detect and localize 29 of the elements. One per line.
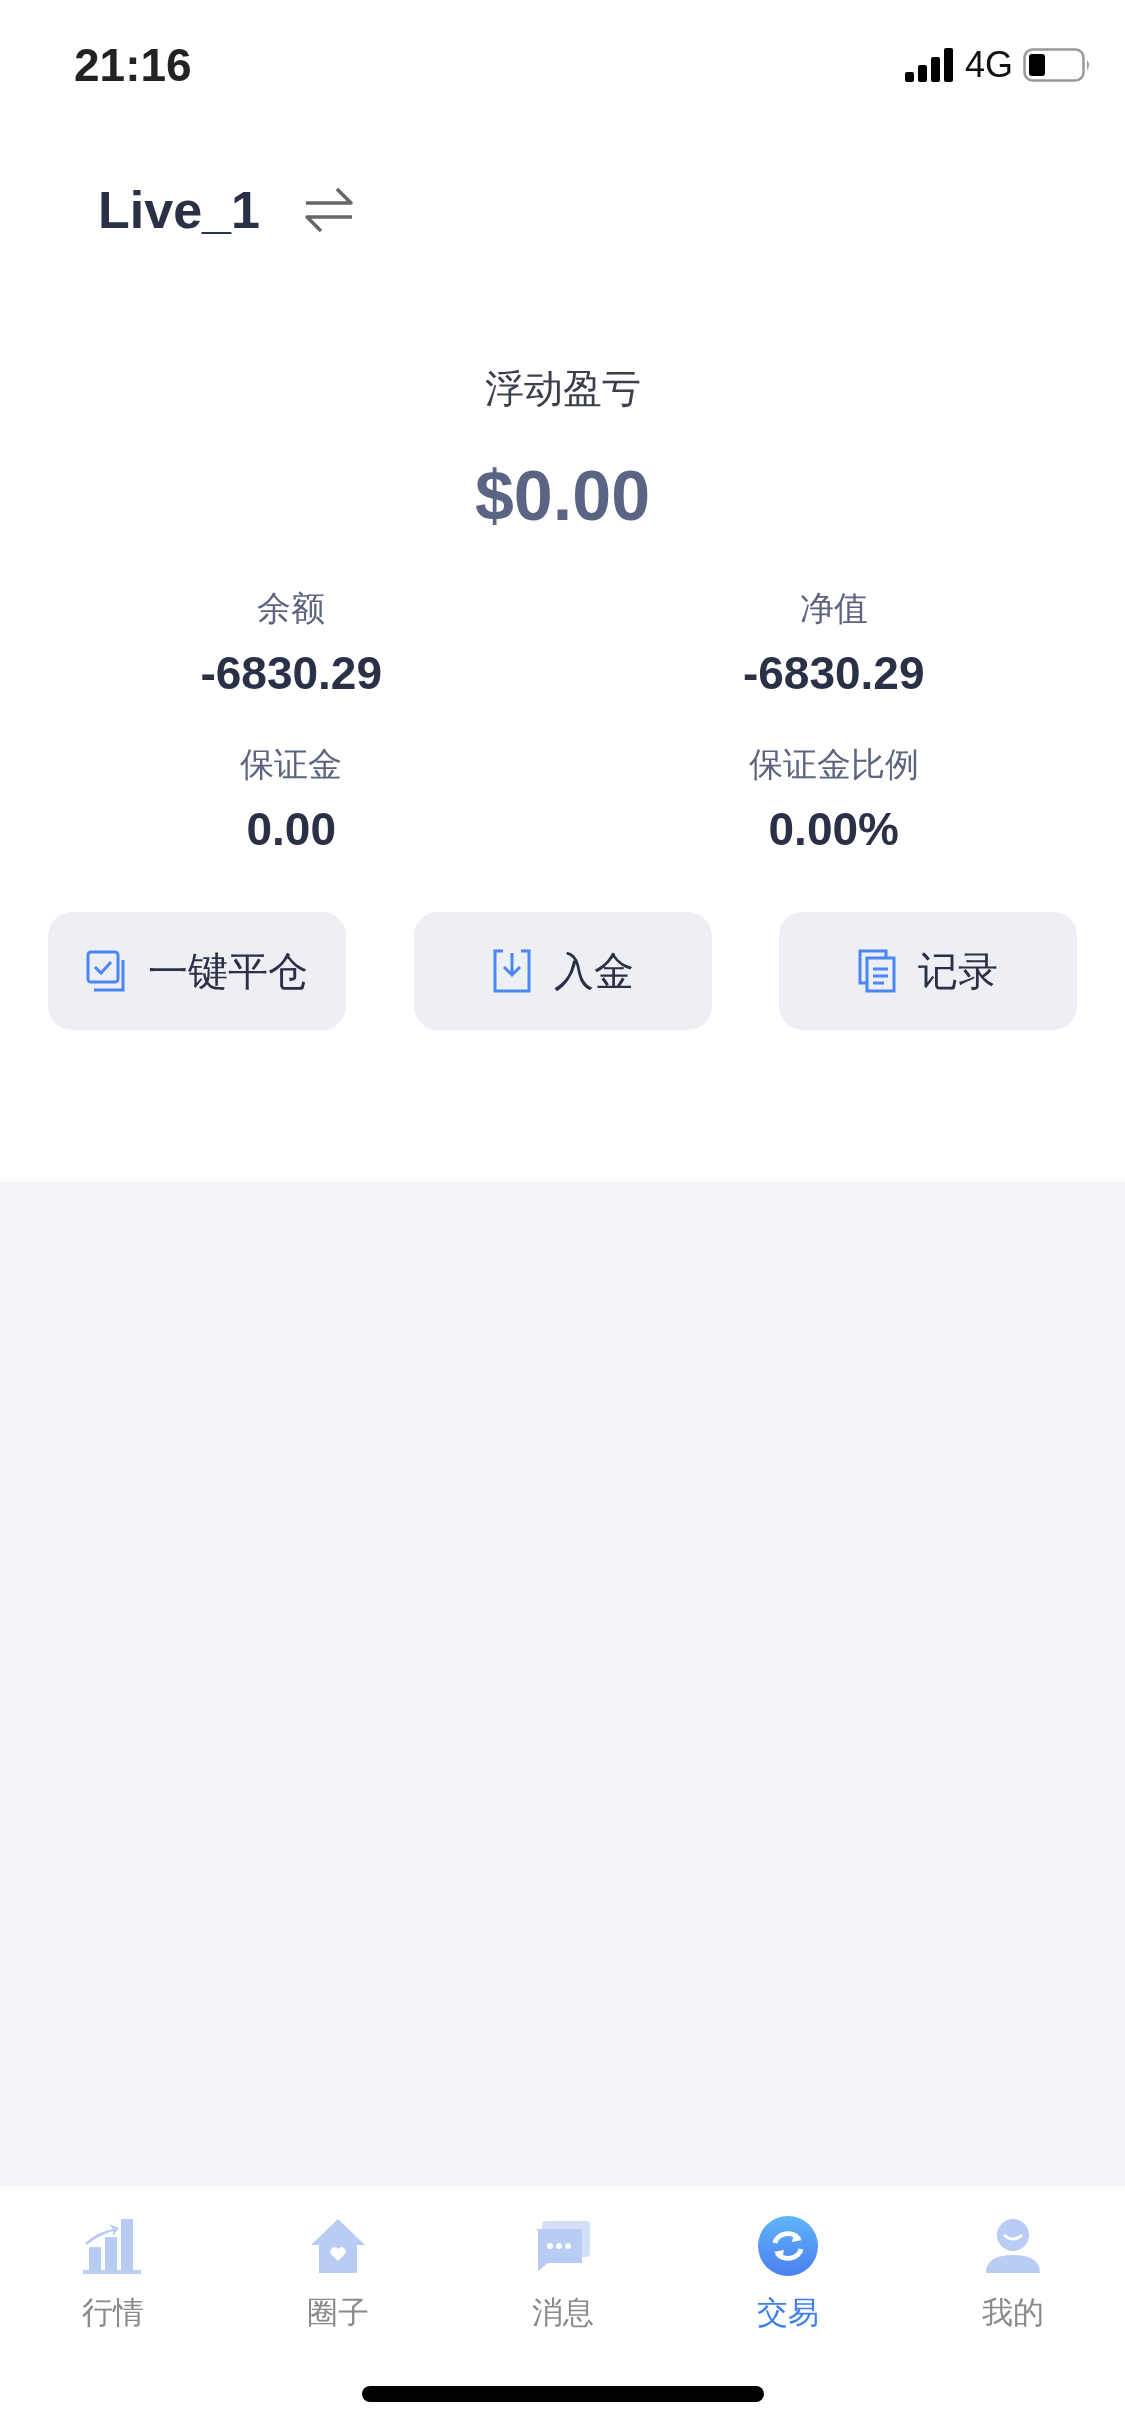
stat-value: -6830.29 (200, 646, 383, 700)
bar-chart-icon (82, 2216, 143, 2276)
tab-item[interactable]: 消息 (450, 2216, 675, 2334)
tab-item[interactable]: 行情 (0, 2216, 225, 2334)
stat-label: 保证金比例 (748, 744, 919, 785)
documents-icon (858, 949, 896, 993)
exchange-icon (757, 2216, 818, 2276)
stat-value: 0.00% (768, 802, 899, 856)
battery-icon (1023, 48, 1091, 82)
network-label: 4G (964, 44, 1013, 86)
action-button[interactable]: 记录 (779, 912, 1077, 1030)
stat-value: 0.00 (246, 802, 336, 856)
action-button[interactable]: 一键平仓 (48, 912, 346, 1030)
checkbox-stack-icon (86, 950, 126, 992)
stat-label: 保证金 (240, 744, 343, 785)
account-name: Live_1 (98, 180, 260, 240)
user-icon (983, 2216, 1042, 2276)
tab-item[interactable]: 我的 (900, 2216, 1125, 2334)
signal-icon (904, 48, 955, 82)
tab-item[interactable]: 圈子 (225, 2216, 450, 2334)
download-icon (491, 949, 532, 993)
stat-label: 净值 (799, 588, 868, 629)
action-button[interactable]: 入金 (413, 912, 712, 1030)
stat-label: 余额 (257, 588, 326, 629)
pnl-value: $0.00 (474, 456, 651, 536)
status-time: 21:16 (74, 38, 192, 92)
tab-item[interactable]: 交易 (675, 2216, 900, 2334)
stat-value: -6830.29 (742, 646, 925, 700)
pnl-label: 浮动盈亏 (484, 366, 641, 412)
